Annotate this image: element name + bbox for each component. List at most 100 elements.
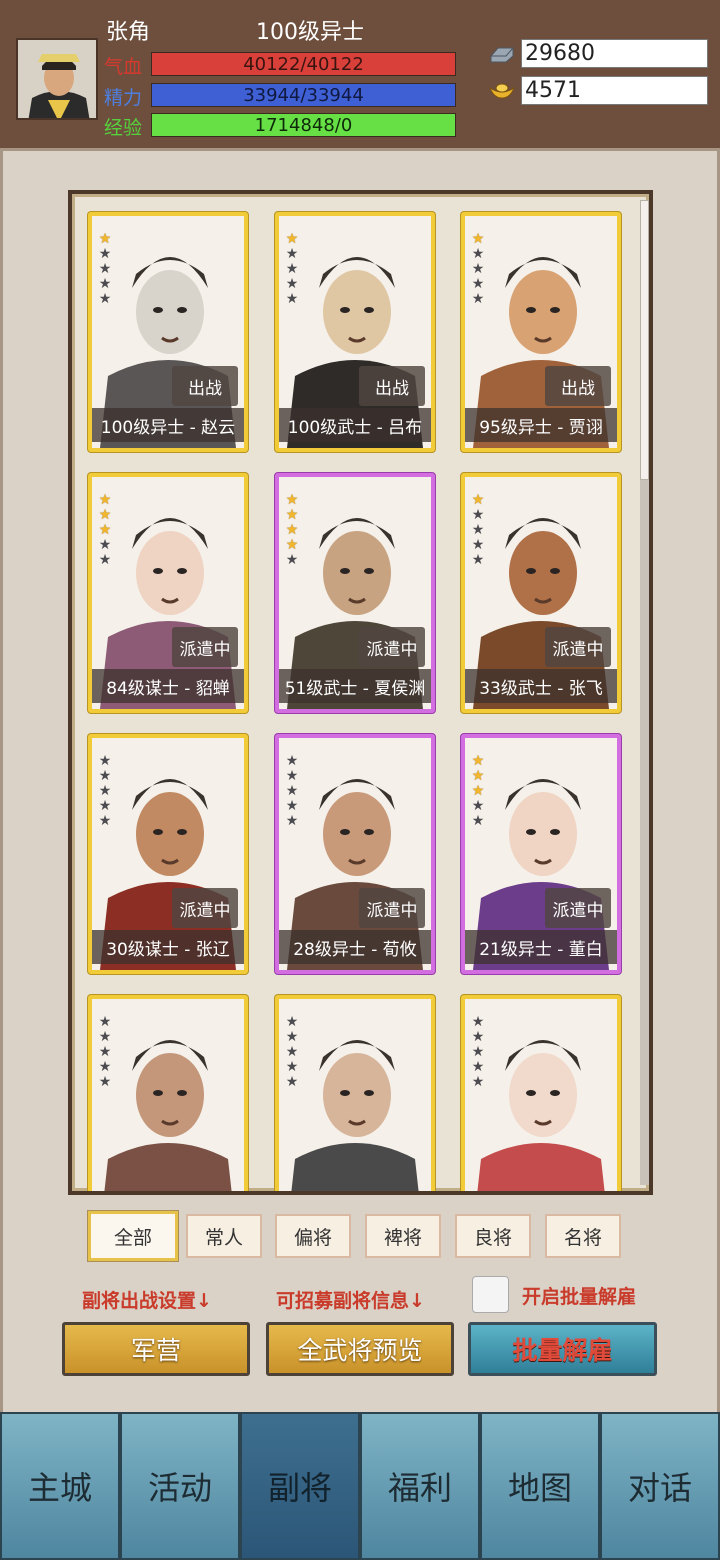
general-name-label: 30级谋士 - 张辽	[92, 930, 244, 964]
star-icon: ★	[471, 1014, 485, 1030]
mp-label: 精力	[104, 87, 143, 109]
filter-tab[interactable]: 裨将	[365, 1214, 441, 1258]
general-card[interactable]: ★ ★ ★ ★ ★ 出战 100级异士 - 赵云	[88, 212, 248, 452]
general-card[interactable]: ★ ★ ★ ★ ★ 出战 100级武士 - 吕布	[275, 212, 435, 452]
general-card[interactable]: ★ ★ ★ ★ ★	[88, 995, 248, 1191]
nav-item[interactable]: 副将	[240, 1412, 360, 1560]
star-icon: ★	[285, 1059, 299, 1075]
general-status-badge[interactable]: 派遣中	[172, 888, 238, 928]
filter-tab[interactable]: 常人	[186, 1214, 262, 1258]
star-icon: ★	[98, 552, 112, 568]
star-icon: ★	[98, 813, 112, 829]
star-icon: ★	[471, 798, 485, 814]
general-card[interactable]: ★ ★ ★ ★ ★	[275, 995, 435, 1191]
filter-tab[interactable]: 名将	[545, 1214, 621, 1258]
general-card[interactable]: ★ ★ ★ ★ ★ 派遣中 30级谋士 - 张辽	[88, 734, 248, 974]
star-icon: ★	[285, 246, 299, 262]
gold-ingot-icon	[488, 80, 516, 102]
general-card[interactable]: ★ ★ ★ ★ ★	[461, 995, 621, 1191]
silver-amount: 29680	[521, 39, 708, 68]
player-level-title: 100级异士	[256, 20, 364, 45]
star-icon: ★	[471, 813, 485, 829]
star-icon: ★	[285, 492, 299, 508]
star-icon: ★	[471, 261, 485, 277]
general-name-label: 51级武士 - 夏侯渊	[279, 669, 431, 703]
general-card[interactable]: ★ ★ ★ ★ ★ 派遣中 84级谋士 - 貂蝉	[88, 473, 248, 713]
general-status-badge[interactable]: 出战	[545, 366, 611, 406]
general-card[interactable]: ★ ★ ★ ★ ★ 派遣中 51级武士 - 夏侯渊	[275, 473, 435, 713]
grid-scrollbar-thumb[interactable]	[640, 200, 649, 480]
star-icon: ★	[471, 1029, 485, 1045]
star-rating: ★ ★ ★ ★ ★	[285, 1015, 301, 1089]
general-grid[interactable]: ★ ★ ★ ★ ★ 出战 100级异士 - 赵云 ★ ★ ★ ★ ★ 出战 100级武士 - 吕布 ★ ★ ★ ★…	[68, 190, 653, 1195]
general-name-label: 21级异士 - 董白	[465, 930, 617, 964]
general-status-badge[interactable]: 派遣中	[545, 627, 611, 667]
general-card[interactable]: ★ ★ ★ ★ ★ 出战 95级异士 - 贾诩	[461, 212, 621, 452]
star-rating: ★ ★ ★ ★ ★	[285, 232, 301, 306]
filter-tab[interactable]: 偏将	[275, 1214, 351, 1258]
star-rating: ★ ★ ★ ★ ★	[471, 754, 487, 828]
star-icon: ★	[98, 246, 112, 262]
batch-dismiss-button[interactable]: 批量解雇	[468, 1322, 657, 1376]
star-rating: ★ ★ ★ ★ ★	[98, 1015, 114, 1089]
star-icon: ★	[98, 261, 112, 277]
star-icon: ★	[471, 753, 485, 769]
general-card[interactable]: ★ ★ ★ ★ ★ 派遣中 21级异士 - 董白	[461, 734, 621, 974]
star-icon: ★	[285, 276, 299, 292]
preview-all-button[interactable]: 全武将预览	[266, 1322, 454, 1376]
star-icon: ★	[98, 231, 112, 247]
star-icon: ★	[98, 492, 112, 508]
general-name-label: 100级异士 - 赵云	[92, 408, 244, 442]
general-status-badge[interactable]: 派遣中	[172, 627, 238, 667]
star-icon: ★	[471, 1044, 485, 1060]
avatar-portrait-image	[18, 40, 96, 118]
exp-bar: 1714848/0	[151, 113, 456, 137]
star-icon: ★	[285, 783, 299, 799]
star-icon: ★	[285, 798, 299, 814]
filter-tab[interactable]: 全部	[88, 1211, 178, 1261]
batch-dismiss-toggle-label: 开启批量解雇	[522, 1286, 637, 1308]
general-portrait-image	[465, 999, 617, 1191]
star-rating: ★ ★ ★ ★ ★	[98, 754, 114, 828]
general-card[interactable]: ★ ★ ★ ★ ★ 派遣中 28级异士 - 荀攸	[275, 734, 435, 974]
camp-button[interactable]: 军营	[62, 1322, 250, 1376]
star-icon: ★	[285, 231, 299, 247]
star-rating: ★ ★ ★ ★ ★	[285, 493, 301, 567]
batch-dismiss-checkbox[interactable]	[472, 1276, 509, 1313]
star-icon: ★	[285, 813, 299, 829]
star-icon: ★	[285, 552, 299, 568]
star-icon: ★	[98, 1014, 112, 1030]
star-icon: ★	[98, 798, 112, 814]
filter-tab[interactable]: 良将	[455, 1214, 531, 1258]
general-status-badge[interactable]: 出战	[172, 366, 238, 406]
star-rating: ★ ★ ★ ★ ★	[285, 754, 301, 828]
lineup-hint: 副将出战设置↓	[82, 1290, 212, 1312]
mp-bar: 33944/33944	[151, 83, 456, 107]
nav-item[interactable]: 地图	[480, 1412, 600, 1560]
star-icon: ★	[285, 1074, 299, 1090]
nav-item[interactable]: 主城	[0, 1412, 120, 1560]
star-icon: ★	[471, 783, 485, 799]
general-status-badge[interactable]: 出战	[359, 366, 425, 406]
star-icon: ★	[471, 507, 485, 523]
star-icon: ★	[471, 768, 485, 784]
star-icon: ★	[471, 522, 485, 538]
hp-bar: 40122/40122	[151, 52, 456, 76]
star-rating: ★ ★ ★ ★ ★	[471, 493, 487, 567]
nav-item[interactable]: 福利	[360, 1412, 480, 1560]
star-icon: ★	[285, 537, 299, 553]
player-avatar[interactable]	[16, 38, 98, 120]
star-icon: ★	[285, 753, 299, 769]
star-icon: ★	[471, 291, 485, 307]
general-status-badge[interactable]: 派遣中	[545, 888, 611, 928]
general-status-badge[interactable]: 派遣中	[359, 627, 425, 667]
star-icon: ★	[285, 261, 299, 277]
star-rating: ★ ★ ★ ★ ★	[471, 1015, 487, 1089]
nav-item[interactable]: 活动	[120, 1412, 240, 1560]
nav-item[interactable]: 对话	[600, 1412, 720, 1560]
general-portrait-image	[279, 999, 431, 1191]
general-card[interactable]: ★ ★ ★ ★ ★ 派遣中 33级武士 - 张飞	[461, 473, 621, 713]
star-icon: ★	[98, 291, 112, 307]
star-icon: ★	[471, 276, 485, 292]
general-status-badge[interactable]: 派遣中	[359, 888, 425, 928]
